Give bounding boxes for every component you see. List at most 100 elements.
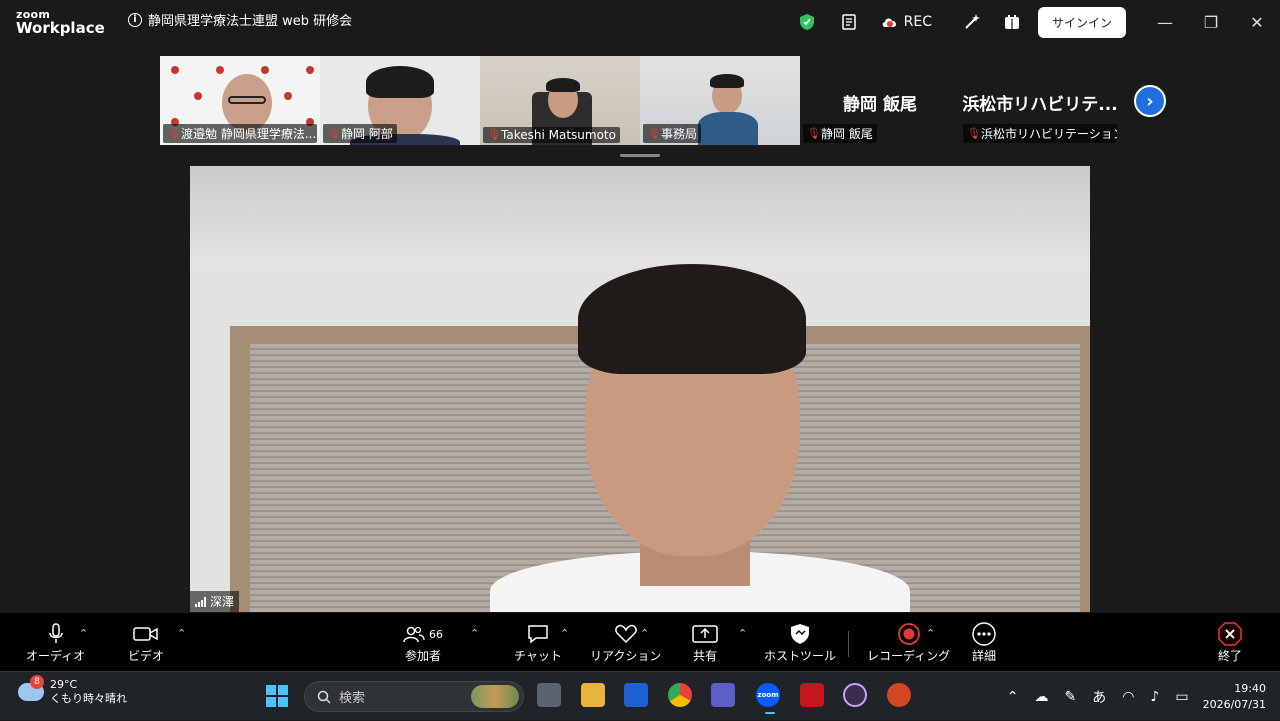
heart-icon — [614, 621, 638, 647]
end-meeting-button[interactable]: 終了 — [1218, 621, 1242, 664]
search-icon — [317, 690, 331, 704]
participant-tile[interactable]: 静岡 飯尾 🎙 静岡 飯尾 — [800, 56, 960, 145]
chat-button[interactable]: チャット — [514, 621, 562, 664]
meeting-info[interactable]: i 静岡県理学療法士連盟 web 研修会 — [128, 10, 352, 29]
video-options-caret[interactable]: ⌃ — [177, 627, 186, 640]
record-icon — [897, 621, 921, 647]
chevron-up-icon[interactable]: ⌃ — [1007, 689, 1019, 705]
weather-badge: 8 — [30, 675, 44, 689]
clock[interactable]: 19:40 2026/07/31 — [1203, 681, 1266, 713]
participants-button[interactable]: 66 参加者 — [403, 621, 443, 664]
mic-muted-icon: 🎙 — [167, 126, 181, 140]
weather-cloud-icon: 8 — [18, 675, 44, 701]
participants-label: 参加者 — [404, 649, 441, 663]
participant-display-name: 静岡 飯尾 — [843, 95, 917, 115]
temperature: 29°C — [50, 678, 78, 691]
teams-icon[interactable] — [711, 683, 735, 707]
active-speaker-video[interactable]: 深澤 — [190, 166, 1090, 612]
minimize-icon[interactable]: — — [1142, 0, 1188, 44]
share-screen-icon — [692, 621, 718, 647]
participant-strip: 🎙 渡邉勉 静岡県理学療法... 🎙 静岡 阿部 🎙 Takeshi Matsumot… — [160, 56, 1120, 145]
more-button[interactable]: 詳細 — [972, 621, 996, 664]
participant-name: 静岡 飯尾 — [821, 127, 873, 141]
microphone-icon — [48, 621, 64, 647]
participant-tile[interactable]: 🎙 事務局 — [640, 56, 800, 145]
recording-options-caret[interactable]: ⌃ — [926, 627, 935, 640]
participant-tile[interactable]: 🎙 Takeshi Matsumoto — [480, 56, 640, 145]
audio-button[interactable]: オーディオ — [26, 621, 85, 664]
participant-name: 事務局 — [661, 127, 698, 141]
onedrive-icon[interactable]: ☁ — [1034, 689, 1048, 705]
next-page-button[interactable]: › — [1134, 85, 1166, 117]
acrobat-icon[interactable] — [800, 683, 824, 707]
app-icon[interactable] — [624, 683, 648, 707]
strip-resize-handle[interactable] — [620, 154, 660, 157]
zoom-logo: zoom Workplace — [16, 9, 105, 36]
battery-icon[interactable]: ▭ — [1175, 689, 1188, 705]
shield-icon[interactable] — [797, 12, 817, 32]
video-label: ビデオ — [128, 649, 165, 663]
search-highlight-image — [471, 685, 519, 708]
mic-muted-icon: 🎙 — [487, 128, 501, 141]
recording-button[interactable]: レコーディング — [867, 621, 950, 664]
ime-indicator[interactable]: あ — [1092, 687, 1106, 707]
share-button[interactable]: 共有 — [692, 621, 718, 664]
title-bar: zoom Workplace i 静岡県理学療法士連盟 web 研修会 REC … — [0, 0, 1280, 44]
meeting-title: 静岡県理学療法士連盟 web 研修会 — [148, 14, 353, 29]
media-player-icon[interactable] — [843, 683, 867, 707]
info-icon[interactable]: i — [128, 12, 142, 27]
magic-wand-icon[interactable] — [962, 12, 982, 32]
signin-button[interactable]: サインイン — [1037, 6, 1126, 38]
mic-muted-icon: 🎙 — [807, 126, 821, 140]
chat-options-caret[interactable]: ⌃ — [560, 627, 569, 640]
signal-strength-icon — [195, 596, 206, 607]
windows-start-icon[interactable] — [266, 685, 288, 707]
mic-muted-icon: 🎙 — [327, 126, 341, 140]
reactions-label: リアクション — [590, 649, 662, 663]
task-view-icon[interactable] — [537, 683, 561, 707]
chat-label: チャット — [514, 649, 562, 663]
apps-icon[interactable] — [1002, 12, 1022, 32]
close-icon[interactable]: ✕ — [1234, 0, 1280, 44]
notes-icon[interactable] — [839, 12, 859, 32]
logo-line2: Workplace — [16, 19, 105, 37]
reactions-button[interactable]: リアクション — [590, 621, 661, 664]
chat-icon — [527, 621, 549, 647]
powerpoint-icon[interactable] — [887, 683, 911, 707]
zoom-icon[interactable]: zoom — [756, 683, 780, 707]
weather-condition: くもり時々晴れ — [50, 692, 127, 705]
mic-muted-icon: 🎙 — [647, 126, 661, 140]
system-tray: ⌃ ☁ ✎ あ ◠ ♪ ▭ 19:40 2026/07/31 — [999, 672, 1280, 721]
reactions-options-caret[interactable]: ⌃ — [640, 627, 649, 640]
video-button[interactable]: ビデオ — [128, 621, 164, 664]
participant-name: 浜松市リハビリテーション... — [981, 127, 1117, 141]
restore-icon[interactable]: ❐ — [1188, 0, 1234, 44]
participants-options-caret[interactable]: ⌃ — [470, 627, 479, 640]
taskbar-search[interactable]: 検索 — [304, 681, 524, 712]
volume-icon[interactable]: ♪ — [1150, 689, 1159, 705]
share-options-caret[interactable]: ⌃ — [738, 627, 747, 640]
meeting-toolbar: オーディオ ⌃ ビデオ ⌃ 66 参加者 ⌃ チャット ⌃ リアクション ⌃ 共… — [0, 613, 1280, 671]
speaker-name-tag: 深澤 — [190, 591, 240, 612]
pen-icon[interactable]: ✎ — [1064, 689, 1076, 705]
participant-name: Takeshi Matsumoto — [501, 128, 616, 142]
chrome-icon[interactable] — [668, 683, 692, 707]
search-placeholder: 検索 — [339, 691, 366, 706]
toolbar-divider — [848, 631, 849, 657]
host-tools-button[interactable]: ホストツール — [764, 621, 836, 664]
cloud-recording-indicator[interactable]: REC — [881, 14, 932, 30]
wifi-icon[interactable]: ◠ — [1122, 689, 1134, 705]
participant-name: 渡邉勉 静岡県理学療法... — [181, 127, 317, 141]
audio-options-caret[interactable]: ⌃ — [79, 627, 88, 640]
participant-tile[interactable]: 浜松市リハビリテ... 🎙浜松市リハビリテーション... — [960, 56, 1120, 145]
participant-tile[interactable]: 🎙 静岡 阿部 — [320, 56, 480, 145]
participant-tile[interactable]: 🎙 渡邉勉 静岡県理学療法... — [160, 56, 320, 145]
share-label: 共有 — [692, 649, 717, 663]
mic-muted-icon: 🎙 — [967, 126, 981, 140]
audio-label: オーディオ — [26, 649, 86, 663]
weather-widget[interactable]: 8 29°C くもり時々晴れ — [18, 675, 127, 706]
shield-icon — [790, 621, 810, 647]
file-explorer-icon[interactable] — [581, 683, 605, 707]
clock-time: 19:40 — [1234, 681, 1266, 695]
cloud-icon — [882, 18, 896, 27]
